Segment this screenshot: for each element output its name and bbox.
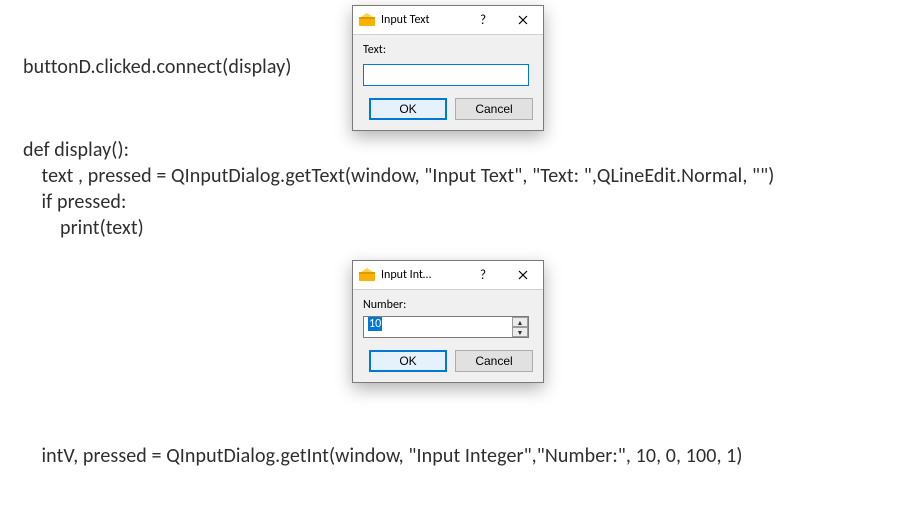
text-input[interactable] bbox=[363, 64, 529, 86]
spin-up-button[interactable]: ▲ bbox=[512, 317, 528, 327]
ok-button[interactable]: OK bbox=[369, 98, 447, 120]
number-spinbox[interactable]: 10 ▲ ▼ bbox=[363, 316, 529, 338]
qinputdialog-int: Input Int… ? Number: 10 ▲ ▼ OK Cancel bbox=[352, 260, 544, 383]
close-button[interactable] bbox=[503, 6, 543, 34]
cancel-button[interactable]: Cancel bbox=[455, 350, 533, 372]
cancel-button[interactable]: Cancel bbox=[455, 98, 533, 120]
code-line-1: buttonD.clicked.connect(display) bbox=[23, 55, 292, 79]
code-line-6: intV, pressed = QInputDialog.getInt(wind… bbox=[23, 444, 743, 468]
field-label: Number: bbox=[363, 298, 533, 312]
number-input[interactable]: 10 bbox=[363, 316, 529, 338]
titlebar[interactable]: Input Text ? bbox=[353, 6, 543, 35]
ok-button[interactable]: OK bbox=[369, 350, 447, 372]
qinputdialog-text: Input Text ? Text: OK Cancel bbox=[352, 5, 544, 131]
code-line-5: print(text) bbox=[23, 216, 144, 240]
code-line-2: def display(): bbox=[23, 138, 129, 162]
spin-down-button[interactable]: ▼ bbox=[512, 327, 528, 337]
close-icon bbox=[518, 270, 528, 280]
help-button[interactable]: ? bbox=[463, 6, 503, 34]
chevron-up-icon: ▲ bbox=[517, 319, 524, 326]
dialog-title: Input Text bbox=[381, 13, 430, 27]
app-icon bbox=[359, 12, 375, 28]
chevron-down-icon: ▼ bbox=[517, 329, 524, 336]
close-button[interactable] bbox=[503, 261, 543, 289]
dialog-title: Input Int… bbox=[381, 268, 431, 282]
close-icon bbox=[518, 15, 528, 25]
code-line-4: if pressed: bbox=[23, 190, 126, 214]
help-button[interactable]: ? bbox=[463, 261, 503, 289]
code-line-3: text , pressed = QInputDialog.getText(wi… bbox=[23, 164, 774, 188]
titlebar[interactable]: Input Int… ? bbox=[353, 261, 543, 290]
field-label: Text: bbox=[363, 43, 533, 57]
app-icon bbox=[359, 267, 375, 283]
number-value: 10 bbox=[368, 317, 382, 331]
